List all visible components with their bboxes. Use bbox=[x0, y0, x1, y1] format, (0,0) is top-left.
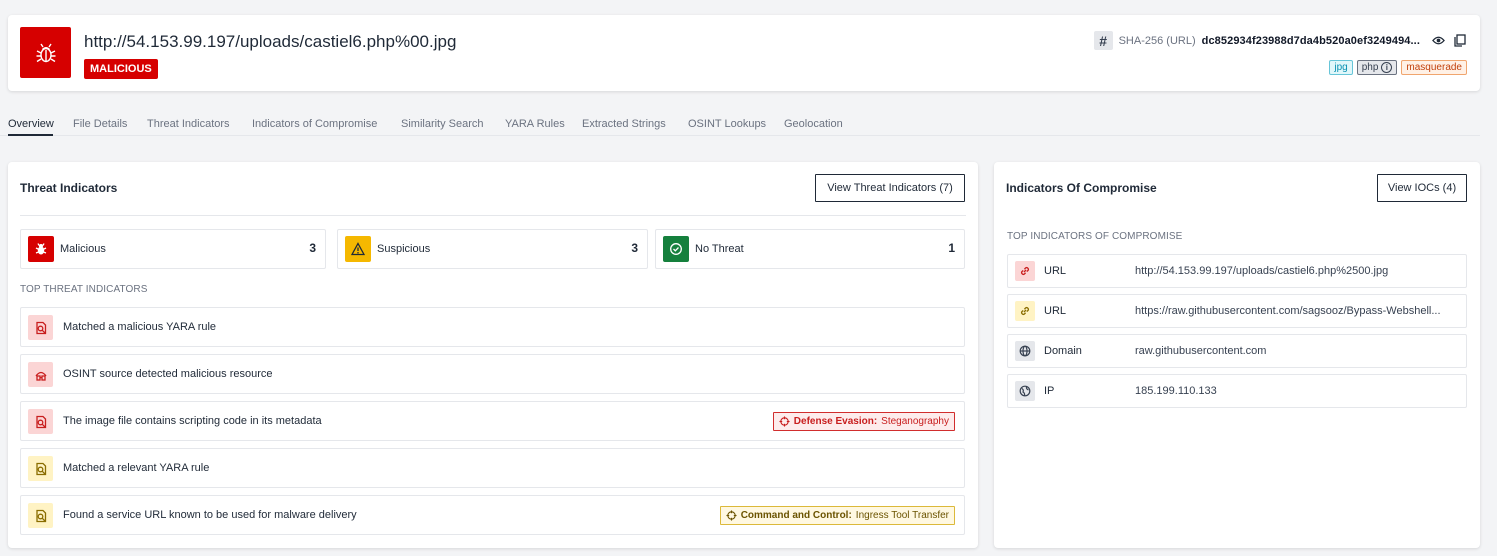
osint-icon bbox=[28, 362, 53, 387]
divider bbox=[20, 215, 966, 216]
stat-malicious[interactable]: Malicious 3 bbox=[20, 229, 326, 269]
file-header-card: http://54.153.99.197/uploads/castiel6.ph… bbox=[8, 15, 1480, 91]
view-iocs-button[interactable]: View IOCs (4) bbox=[1377, 174, 1467, 202]
ioc-row[interactable]: Domain raw.githubusercontent.com bbox=[1007, 334, 1467, 368]
mitre-technique: Ingress Tool Transfer bbox=[855, 510, 949, 521]
tab-similarity-search[interactable]: Similarity Search bbox=[401, 118, 484, 130]
tab-overview[interactable]: Overview bbox=[8, 118, 54, 130]
mitre-technique-badge[interactable]: Defense Evasion: Steganography bbox=[772, 412, 955, 431]
file-url-title: http://54.153.99.197/uploads/castiel6.ph… bbox=[84, 32, 457, 51]
tab-threat-indicators[interactable]: Threat Indicators bbox=[147, 118, 230, 130]
mitre-technique: Steganography bbox=[881, 416, 949, 427]
ioc-type: URL bbox=[1044, 265, 1067, 277]
link-icon bbox=[1015, 261, 1035, 281]
ioc-type: Domain bbox=[1044, 345, 1082, 357]
tab-geolocation[interactable]: Geolocation bbox=[784, 118, 843, 130]
tag-jpg[interactable]: jpg bbox=[1329, 60, 1353, 75]
stat-malicious-count: 3 bbox=[309, 241, 316, 255]
mitre-tactic: Command and Control: bbox=[740, 510, 852, 521]
ioc-value: http://54.153.99.197/uploads/castiel6.ph… bbox=[1135, 265, 1389, 277]
tag-php[interactable]: php i bbox=[1356, 60, 1398, 75]
threat-indicator-row[interactable]: Matched a relevant YARA rule bbox=[20, 448, 965, 488]
ioc-type: IP bbox=[1044, 385, 1055, 397]
stat-malicious-label: Malicious bbox=[60, 243, 106, 255]
tab-iocs[interactable]: Indicators of Compromise bbox=[252, 118, 377, 130]
tab-yara-rules[interactable]: YARA Rules bbox=[505, 118, 565, 130]
check-circle-icon bbox=[663, 236, 689, 262]
ioc-value: 185.199.110.133 bbox=[1135, 385, 1217, 397]
stat-suspicious[interactable]: Suspicious 3 bbox=[337, 229, 648, 269]
ip-globe-icon bbox=[1015, 381, 1035, 401]
threat-indicator-text: The image file contains scripting code i… bbox=[63, 415, 322, 427]
tab-osint-lookups[interactable]: OSINT Lookups bbox=[688, 118, 766, 130]
copy-icon[interactable] bbox=[1454, 34, 1466, 47]
globe-icon bbox=[1015, 341, 1035, 361]
malicious-bug-icon bbox=[20, 27, 71, 78]
crosshair-icon bbox=[726, 510, 737, 521]
top-iocs-label: TOP INDICATORS OF COMPROMISE bbox=[1007, 231, 1183, 242]
yara-match-icon bbox=[28, 315, 53, 340]
hash-row: # SHA-256 (URL) dc852934f23988d7da4b520a… bbox=[1093, 31, 1466, 50]
active-tab-indicator bbox=[8, 134, 53, 136]
threat-indicator-row[interactable]: Matched a malicious YARA rule bbox=[20, 307, 965, 347]
iocs-title: Indicators Of Compromise bbox=[1006, 181, 1157, 195]
threat-indicators-card: Threat Indicators View Threat Indicators… bbox=[8, 162, 978, 548]
tag-list: jpg php i masquerade bbox=[1329, 60, 1467, 75]
malicious-bug-icon bbox=[28, 236, 54, 262]
ioc-value: https://raw.githubusercontent.com/sagsoo… bbox=[1135, 305, 1441, 317]
view-threat-indicators-button[interactable]: View Threat Indicators (7) bbox=[815, 174, 965, 202]
yara-match-icon bbox=[28, 503, 53, 528]
yara-match-icon bbox=[28, 456, 53, 481]
threat-indicator-row[interactable]: Found a service URL known to be used for… bbox=[20, 495, 965, 535]
ioc-row[interactable]: IP 185.199.110.133 bbox=[1007, 374, 1467, 408]
mitre-tactic: Defense Evasion: bbox=[793, 416, 878, 427]
stat-no-threat-count: 1 bbox=[948, 241, 955, 255]
stat-no-threat[interactable]: No Threat 1 bbox=[655, 229, 965, 269]
link-icon bbox=[1015, 301, 1035, 321]
ioc-row[interactable]: URL http://54.153.99.197/uploads/castiel… bbox=[1007, 254, 1467, 288]
mitre-technique-badge[interactable]: Command and Control: Ingress Tool Transf… bbox=[719, 506, 955, 525]
stat-suspicious-count: 3 bbox=[631, 241, 638, 255]
hash-value[interactable]: dc852934f23988d7da4b520a0ef3249494... bbox=[1202, 35, 1420, 47]
warning-icon bbox=[345, 236, 371, 262]
ioc-row[interactable]: URL https://raw.githubusercontent.com/sa… bbox=[1007, 294, 1467, 328]
threat-indicator-row[interactable]: OSINT source detected malicious resource bbox=[20, 354, 965, 394]
threat-indicators-title: Threat Indicators bbox=[20, 181, 118, 195]
tag-masquerade[interactable]: masquerade bbox=[1401, 60, 1467, 75]
info-icon: i bbox=[1381, 62, 1393, 73]
threat-indicator-text: Matched a relevant YARA rule bbox=[63, 462, 210, 474]
tag-php-label: php bbox=[1361, 62, 1379, 73]
threat-indicator-text: OSINT source detected malicious resource bbox=[63, 368, 273, 380]
stat-no-threat-label: No Threat bbox=[695, 243, 744, 255]
threat-indicator-row[interactable]: The image file contains scripting code i… bbox=[20, 401, 965, 441]
tab-bar: Overview File Details Threat Indicators … bbox=[0, 112, 1480, 136]
ioc-value: raw.githubusercontent.com bbox=[1135, 345, 1267, 357]
crosshair-icon bbox=[779, 416, 790, 427]
hash-label: SHA-256 (URL) bbox=[1118, 34, 1196, 47]
threat-indicator-text: Matched a malicious YARA rule bbox=[63, 321, 217, 333]
eye-icon[interactable] bbox=[1432, 34, 1445, 47]
yara-match-icon bbox=[28, 409, 53, 434]
threat-indicator-text: Found a service URL known to be used for… bbox=[63, 509, 357, 521]
verdict-badge: MALICIOUS bbox=[84, 59, 158, 79]
tab-file-details[interactable]: File Details bbox=[73, 118, 127, 130]
stat-suspicious-label: Suspicious bbox=[377, 243, 431, 255]
ioc-type: URL bbox=[1044, 305, 1067, 317]
iocs-card: Indicators Of Compromise View IOCs (4) T… bbox=[994, 162, 1480, 548]
tab-extracted-strings[interactable]: Extracted Strings bbox=[582, 118, 666, 130]
hash-icon: # bbox=[1093, 31, 1113, 50]
top-threat-indicators-label: TOP THREAT INDICATORS bbox=[20, 284, 148, 295]
